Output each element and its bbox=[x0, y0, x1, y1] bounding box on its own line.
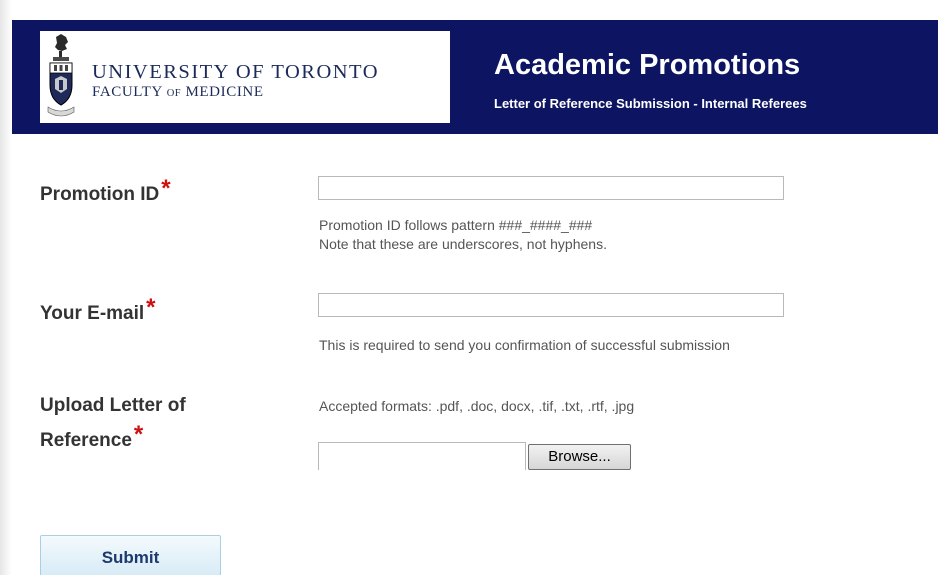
upload-label-text: Reference bbox=[40, 430, 132, 451]
logo-faculty-name: FACULTY OF MEDICINE bbox=[92, 84, 264, 101]
logo-faculty-of: OF bbox=[166, 88, 182, 99]
email-hint: This is required to send you confirmatio… bbox=[319, 337, 730, 353]
upload-label-line2: Reference* bbox=[40, 421, 144, 456]
logo-university-name: UNIVERSITY OF TORONTO bbox=[92, 61, 380, 83]
submit-button[interactable]: Submit bbox=[40, 535, 221, 575]
email-label-text: Your E-mail bbox=[40, 303, 145, 324]
upload-label-line1: Upload Letter of bbox=[40, 395, 186, 416]
promotion-id-label: Promotion ID* bbox=[40, 175, 171, 210]
page-edge-shadow bbox=[0, 0, 12, 575]
page-title: Academic Promotions bbox=[494, 49, 801, 81]
logo-faculty-prefix: FACULTY bbox=[92, 84, 163, 100]
required-marker: * bbox=[133, 421, 144, 448]
required-marker: * bbox=[161, 175, 171, 202]
email-input[interactable] bbox=[318, 293, 784, 317]
university-logo: UNIVERSITY OF TORONTO FACULTY OF MEDICIN… bbox=[40, 31, 450, 123]
page-header: UNIVERSITY OF TORONTO FACULTY OF MEDICIN… bbox=[12, 20, 938, 134]
page-subtitle: Letter of Reference Submission - Interna… bbox=[494, 96, 807, 111]
promotion-id-label-text: Promotion ID bbox=[40, 184, 160, 205]
browse-button[interactable]: Browse... bbox=[528, 444, 631, 470]
promotion-id-hint-note: Note that these are underscores, not hyp… bbox=[319, 236, 607, 252]
promotion-id-hint-pattern: Promotion ID follows pattern ###_####_##… bbox=[319, 217, 593, 233]
logo-faculty-suffix: MEDICINE bbox=[185, 84, 264, 100]
university-crest-icon bbox=[47, 34, 75, 117]
upload-formats-hint: Accepted formats: .pdf, .doc, docx, .tif… bbox=[319, 398, 635, 414]
promotion-id-input[interactable] bbox=[318, 176, 784, 200]
required-marker: * bbox=[146, 294, 156, 321]
email-label: Your E-mail* bbox=[40, 294, 156, 329]
file-path-field[interactable] bbox=[318, 442, 526, 470]
